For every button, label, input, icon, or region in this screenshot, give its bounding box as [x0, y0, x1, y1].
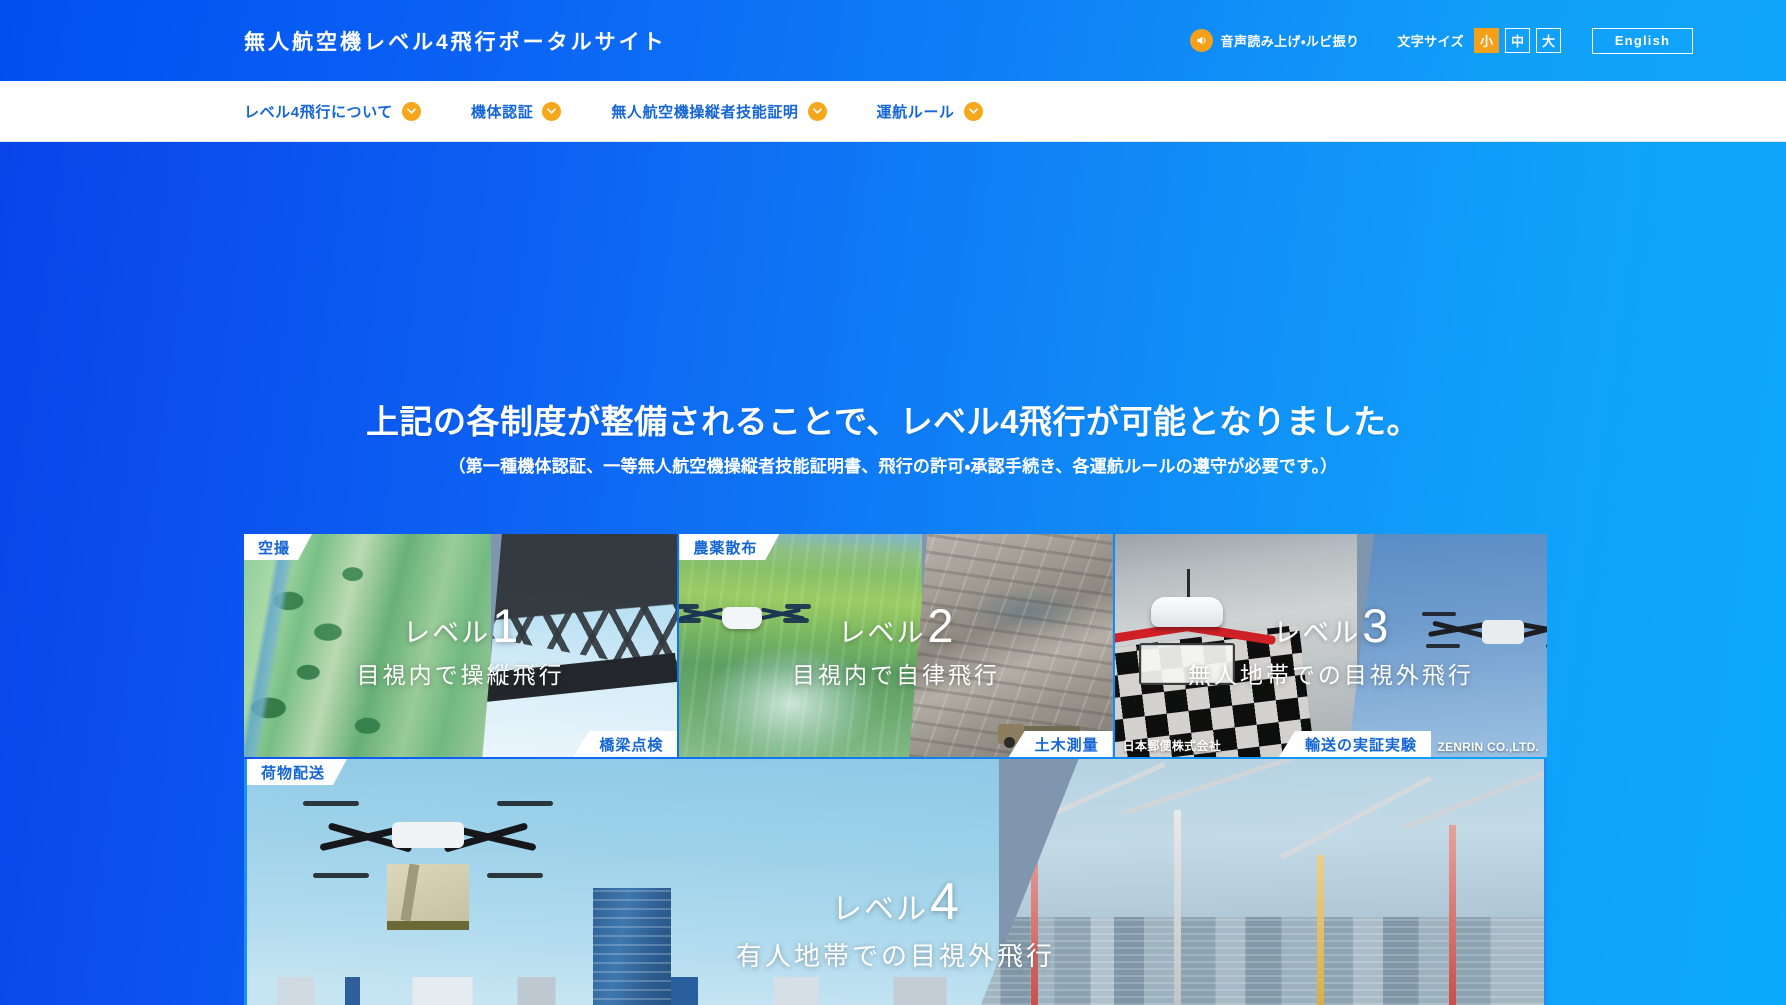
level-3-photo — [1114, 534, 1547, 757]
level-card-4[interactable]: レベル 4 有人地帯での目視外飛行 荷物配送 建設現場の測量 — [244, 759, 1547, 1005]
level-card-2[interactable]: レベル 2 目視内で自律飛行 農薬散布 土木測量 — [679, 534, 1113, 757]
postal-drone-photo — [1114, 534, 1357, 757]
hero-headline: 上記の各制度が整備されることで、レベル4飛行が可能となりました。 — [365, 403, 1421, 440]
level-3-credit-zenrin: ZENRIN CO.,LTD. — [1437, 740, 1539, 754]
font-size-small-button[interactable]: 小 — [1474, 28, 1499, 53]
office-tower-graphic — [593, 888, 672, 1005]
chevron-down-icon — [542, 101, 562, 121]
civil-survey-photo — [909, 534, 1113, 757]
nav-item-label: 無人航空機操縦者技能証明 — [611, 103, 799, 121]
survey-drone-graphic — [1422, 602, 1547, 662]
nav-item-label: 機体認証 — [470, 103, 534, 121]
main-navigation: レベル4飛行について 機体認証 無人航空機操縦者技能証明 運航ルール — [0, 81, 1786, 142]
nav-item-pilot-skill-certification[interactable]: 無人航空機操縦者技能証明 — [611, 101, 827, 122]
bridge-inspection-photo — [482, 534, 678, 757]
level-2-tag-pesticide: 農薬散布 — [679, 534, 779, 560]
page-root: 無人航空機レベル4飛行ポータルサイト 音声読み上げ・ルビ振り 文字サイズ 小 中… — [0, 0, 1786, 1005]
level-cards-row: レベル 1 目視内で操縦飛行 空撮 橋梁点検 レベル 2 目視内で自律飛行 農薬… — [244, 534, 1547, 757]
font-size-large-button[interactable]: 大 — [1536, 28, 1561, 53]
level-2-tag-survey: 土木測量 — [1008, 731, 1113, 757]
parcel-delivery-photo — [247, 759, 1000, 1005]
level-card-3[interactable]: レベル 3 無人地帯での目視外飛行 日本郵便株式会社 輸送の実証実験 ZENRI… — [1114, 534, 1547, 757]
level-card-1[interactable]: レベル 1 目視内で操縦飛行 空撮 橋梁点検 — [244, 534, 678, 757]
pesticide-spraying-photo — [679, 534, 922, 757]
level-1-tag-bridge: 橋梁点検 — [573, 731, 678, 757]
nav-item-label: レベル4飛行について — [244, 103, 393, 121]
site-title: 無人航空機レベル4飛行ポータルサイト — [244, 30, 667, 54]
hero-text-block: 上記の各制度が整備されることで、レベル4飛行が可能となりました。 （第一種機体認… — [0, 395, 1786, 477]
speaker-icon — [1189, 29, 1213, 52]
postal-drone-graphic — [1114, 569, 1277, 689]
chevron-down-icon — [401, 101, 421, 121]
flying-drone-photo — [1348, 534, 1547, 757]
site-header: 無人航空機レベル4飛行ポータルサイト 音声読み上げ・ルビ振り 文字サイズ 小 中… — [0, 0, 1786, 81]
text-to-speech-label: 音声読み上げ・ルビ振り — [1220, 34, 1360, 49]
english-language-button[interactable]: English — [1592, 27, 1693, 54]
chevron-down-icon — [963, 101, 983, 121]
level-cards: レベル 1 目視内で操縦飛行 空撮 橋梁点検 レベル 2 目視内で自律飛行 農薬… — [244, 534, 1547, 1005]
chevron-down-icon — [807, 101, 827, 121]
level-4-tag-parcel-delivery: 荷物配送 — [247, 759, 347, 785]
header-tools: 音声読み上げ・ルビ振り 文字サイズ 小 中 大 English — [1189, 27, 1693, 54]
level-4-photo — [247, 759, 1544, 1005]
level-1-photo — [244, 534, 678, 757]
font-size-label: 文字サイズ — [1397, 34, 1464, 49]
spray-drone-graphic — [679, 597, 812, 631]
construction-site-photo — [947, 759, 1544, 1005]
hero-subheadline: （第一種機体認証、一等無人航空機操縦者技能証明書、飛行の許可・承認手続き、各運航… — [448, 457, 1338, 476]
font-size-buttons: 小 中 大 — [1474, 28, 1561, 53]
aerial-field-photo — [244, 534, 491, 757]
nav-item-about-level4[interactable]: レベル4飛行について — [244, 101, 421, 122]
level-2-photo — [679, 534, 1113, 757]
font-size-medium-button[interactable]: 中 — [1505, 28, 1530, 53]
text-to-speech-button[interactable]: 音声読み上げ・ルビ振り — [1189, 29, 1360, 52]
delivery-drone-graphic — [302, 783, 553, 933]
nav-item-aircraft-certification[interactable]: 機体認証 — [470, 101, 562, 122]
level-3-credit-japan-post: 日本郵便株式会社 — [1122, 739, 1222, 753]
font-size-control: 文字サイズ 小 中 大 — [1397, 28, 1561, 53]
level-3-tag-transport-trial: 輸送の実証実験 — [1278, 731, 1431, 757]
hero-section: 上記の各制度が整備されることで、レベル4飛行が可能となりました。 （第一種機体認… — [0, 142, 1786, 1005]
nav-item-label: 運航ルール — [876, 103, 955, 121]
nav-item-operation-rules[interactable]: 運航ルール — [877, 101, 983, 122]
